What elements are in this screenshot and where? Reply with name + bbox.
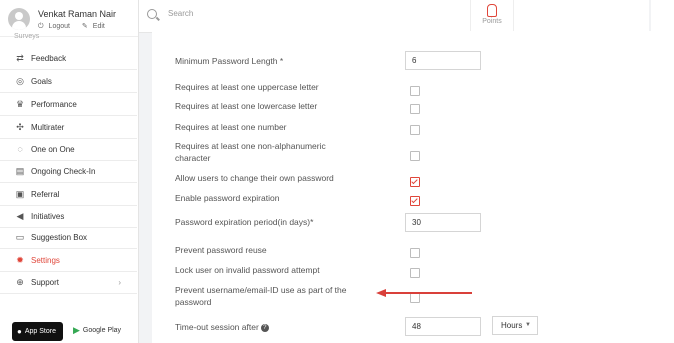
lowercase-checkbox[interactable] [410,104,420,114]
user-name: Venkat Raman Nair [38,9,117,19]
gear-icon: ✹ [16,254,24,265]
special-char-label: Requires at least one non-alphanumeric c… [175,141,326,163]
sidebar-item-feedback[interactable]: ⇄ Feedback [0,47,137,70]
referral-icon: ▣ [15,188,25,199]
apple-icon: ● [17,327,22,336]
lock-checkbox[interactable] [410,268,420,278]
special-char-checkbox[interactable] [410,151,420,161]
expiration-checkbox[interactable] [410,196,420,206]
sidebar-item-initiatives[interactable]: ◀ Initiatives [0,205,137,228]
sidebar-item-one-on-one[interactable]: ◌ One on One [0,138,137,161]
trophy-icon: ♛ [15,98,25,109]
top-bar: Points [139,0,649,33]
sidebar-item-ongoing-check-in[interactable]: ▤ Ongoing Check-In [0,160,137,183]
sidebar-item-multirater[interactable]: ✣ Multirater [0,116,137,139]
avatar[interactable] [8,8,30,30]
sidebar-item-surveys[interactable]: Surveys [14,33,39,40]
sidebar-item-support[interactable]: ⊕ Support › [0,271,137,294]
google-play-badge[interactable]: ▶ Google Play [70,322,130,339]
search-icon [147,9,157,19]
min-length-label: Minimum Password Length * [175,56,284,66]
reuse-label: Prevent password reuse [175,245,267,255]
lowercase-label: Requires at least one lowercase letter [175,101,318,111]
uppercase-label: Requires at least one uppercase letter [175,82,319,92]
allow-change-checkbox[interactable] [410,177,420,187]
sidebar-item-goals[interactable]: ◎ Goals [0,70,137,93]
allow-change-label: Allow users to change their own password [175,173,334,183]
uppercase-checkbox[interactable] [410,86,420,96]
points-button[interactable]: Points [470,0,514,32]
lock-label: Lock user on invalid password attempt [175,265,320,275]
app-store-badge[interactable]: ● App Store [12,322,63,341]
expiration-label: Enable password expiration [175,193,280,203]
calendar-icon: ▤ [15,165,25,176]
expiration-period-label: Password expiration period(in days)* [175,217,314,227]
number-label: Requires at least one number [175,122,287,132]
sidebar: Venkat Raman Nair ⏻ Logout ✎ Edit Surveys … [0,0,139,343]
feedback-icon: ⇄ [16,52,24,63]
goals-icon: ◎ [16,75,24,86]
multirater-icon: ✣ [16,121,24,132]
megaphone-icon: ◀ [16,210,24,221]
points-label: Points [482,18,502,25]
points-icon [487,4,497,17]
logout-link[interactable]: ⏻ Logout [38,23,75,30]
chevron-down-icon: ▼ [525,322,531,328]
search-input[interactable] [166,8,370,19]
user-profile: Venkat Raman Nair ⏻ Logout ✎ Edit [0,0,138,37]
help-icon[interactable]: ? [260,323,269,332]
prevent-username-label: Prevent username/email-ID use as part of… [175,285,347,307]
sidebar-item-settings[interactable]: ✹ Settings [0,249,137,272]
power-icon: ⏻ [38,23,44,30]
sidebar-item-suggestion-box[interactable]: ▭ Suggestion Box [0,226,137,249]
sidebar-item-referral[interactable]: ▣ Referral [0,183,137,206]
play-icon: ▶ [73,325,80,335]
box-icon: ▭ [15,231,25,242]
lifebuoy-icon: ⊕ [16,276,24,287]
annotation-arrow [376,289,472,297]
profile-links: ⏻ Logout ✎ Edit [38,22,115,31]
number-checkbox[interactable] [410,125,420,135]
chat-icon: ◌ [17,144,23,154]
edit-link[interactable]: ✎ Edit [82,23,110,30]
timeout-label: Time-out session after? [175,321,269,333]
timeout-unit-select[interactable]: Hours ▼ [492,316,538,335]
pencil-icon: ✎ [81,23,88,30]
expiration-period-field[interactable]: 30 [405,213,481,232]
timeout-field[interactable]: 48 [405,317,481,336]
chevron-right-icon: › [118,277,121,287]
page-scroll-area [651,0,674,343]
min-length-field[interactable]: 6 [405,51,481,70]
reuse-checkbox[interactable] [410,248,420,258]
sidebar-item-performance[interactable]: ♛ Performance [0,93,137,116]
